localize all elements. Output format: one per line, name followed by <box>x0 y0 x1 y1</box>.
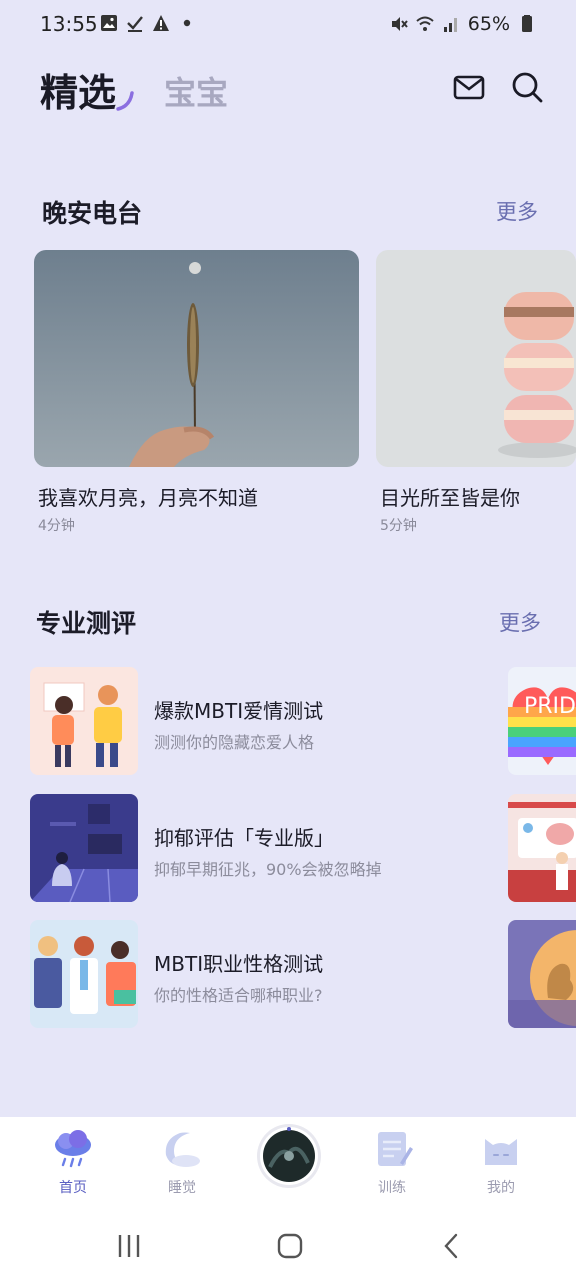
back-icon[interactable] <box>434 1231 470 1261</box>
side-test-thumbnail[interactable]: PRIDE <box>508 667 576 775</box>
mail-icon[interactable] <box>452 70 486 104</box>
bottom-nav: 首页 睡觉 训练 我的 <box>0 1117 576 1217</box>
nav-label: 我的 <box>487 1180 515 1196</box>
moon-icon <box>165 1132 200 1167</box>
test-list-item[interactable]: MBTI职业性格测试 你的性格适合哪种职业? <box>30 920 510 1028</box>
test-subtitle: 抑郁早期征兆，90%会被忽略掉 <box>154 860 382 879</box>
home-icon[interactable] <box>272 1231 308 1261</box>
test-title: 爆款MBTI爱情测试 <box>154 699 324 723</box>
nav-item-sleep[interactable]: 睡觉 <box>137 1129 227 1197</box>
cat-face-icon <box>485 1139 517 1165</box>
test-thumbnail <box>30 667 138 775</box>
wifi-icon <box>416 16 434 31</box>
test-list-item[interactable]: 爆款MBTI爱情测试 测测你的隐藏恋爱人格 <box>30 667 510 775</box>
test-title: 抑郁评估「专业版」 <box>154 826 334 850</box>
radio-card-image <box>34 250 359 467</box>
gallery-icon <box>101 15 117 31</box>
test-list-item[interactable]: 抑郁评估「专业版」 抑郁早期征兆，90%会被忽略掉 <box>30 794 510 902</box>
header: 精选 宝宝 <box>0 58 576 118</box>
radio-card[interactable]: 目光所至皆是你 5分钟 <box>376 250 576 534</box>
test-subtitle: 测测你的隐藏恋爱人格 <box>154 733 315 752</box>
tests-more-link[interactable]: 更多 <box>499 607 541 637</box>
tab-baby[interactable]: 宝宝 <box>164 68 228 114</box>
now-playing-button[interactable] <box>260 1127 318 1185</box>
tests-section-title: 专业测评 <box>36 609 137 638</box>
test-title: MBTI职业性格测试 <box>154 952 324 976</box>
tab-featured[interactable]: 精选 <box>40 62 116 117</box>
nav-label: 训练 <box>378 1180 406 1196</box>
check-icon <box>127 16 143 32</box>
side-test-thumbnail[interactable] <box>508 794 576 902</box>
nav-item-mine[interactable]: 我的 <box>456 1129 546 1197</box>
system-navigation-bar <box>0 1217 576 1280</box>
status-time: 13:55 <box>40 12 98 36</box>
dot-icon <box>183 19 191 27</box>
signal-icon <box>443 18 457 32</box>
nav-item-home[interactable]: 首页 <box>28 1129 118 1197</box>
status-bar: 13:55 65% <box>0 0 576 50</box>
radio-more-link[interactable]: 更多 <box>496 196 538 226</box>
radio-card-image <box>376 250 576 467</box>
search-icon[interactable] <box>510 70 544 104</box>
test-subtitle: 你的性格适合哪种职业? <box>154 986 323 1005</box>
battery-icon <box>522 15 532 32</box>
active-tab-indicator <box>116 91 134 111</box>
test-thumbnail <box>30 794 138 902</box>
nav-label: 首页 <box>59 1180 87 1196</box>
radio-card-duration: 5分钟 <box>380 518 417 534</box>
battery-percentage: 65% <box>467 13 510 35</box>
nav-label: 睡觉 <box>168 1180 196 1196</box>
radio-section-title: 晚安电台 <box>42 199 143 228</box>
side-test-thumbnail[interactable] <box>508 920 576 1028</box>
radio-card[interactable]: 我喜欢月亮，月亮不知道 4分钟 <box>34 250 359 534</box>
mute-icon <box>391 17 408 31</box>
pride-text: PRIDE <box>524 694 576 719</box>
radio-card-title: 我喜欢月亮，月亮不知道 <box>38 486 258 510</box>
test-thumbnail <box>30 920 138 1028</box>
notepad-icon <box>378 1132 413 1166</box>
cloud-rain-icon <box>55 1130 91 1168</box>
warning-icon <box>153 15 169 31</box>
recent-apps-icon[interactable] <box>111 1231 147 1261</box>
radio-card-duration: 4分钟 <box>38 518 75 534</box>
radio-card-title: 目光所至皆是你 <box>380 486 520 510</box>
nav-item-training[interactable]: 训练 <box>347 1129 437 1197</box>
